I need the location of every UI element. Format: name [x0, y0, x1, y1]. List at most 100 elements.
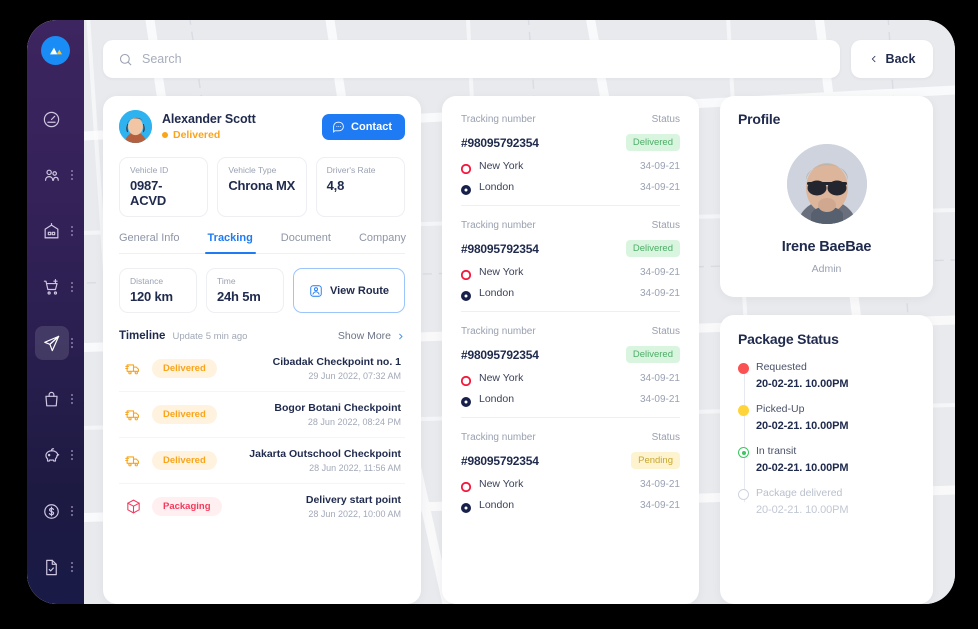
tracking-status-col-label: Status — [651, 326, 680, 337]
vehicle-stat: Vehicle ID 0987-ACVD — [119, 157, 209, 217]
mountain-logo-icon — [49, 47, 62, 54]
origin-pin-icon — [460, 267, 472, 281]
timeline-row[interactable]: Delivered Bogor Botani Checkpoint 28 Jun 2… — [119, 392, 405, 438]
vehicle-stats-row: Vehicle ID 0987-ACVD Vehicle Type Chrona MX… — [119, 157, 405, 217]
route-summary-row: Distance 120 km Time 24h 5m View Route — [119, 268, 405, 313]
tracking-number: #98095792354 — [461, 453, 539, 468]
vehicle-stat-label: Vehicle Type — [228, 165, 277, 175]
tracking-date: 34-09-21 — [639, 266, 680, 278]
contact-button[interactable]: Contact — [322, 113, 405, 140]
view-route-button[interactable]: View Route — [293, 268, 405, 313]
chat-bubble-icon — [333, 121, 344, 133]
tracking-status-badge: Pending — [631, 452, 680, 469]
profile-role: Admin — [811, 263, 842, 275]
tracking-date: 34-09-21 — [639, 181, 680, 193]
package-status-step: Requested 20-02-21. 10.00PM — [738, 361, 915, 390]
overflow-dots-icon[interactable] — [71, 506, 73, 516]
tracking-group[interactable]: Tracking number Status #98095792354 Deliver… — [460, 206, 680, 312]
app-logo[interactable] — [41, 36, 70, 65]
tracking-number: #98095792354 — [461, 347, 539, 362]
vehicle-stat-value: Chrona MX — [228, 178, 296, 193]
sidebar-item-products[interactable] — [27, 371, 84, 427]
destination-pin-icon — [461, 500, 471, 513]
vehicle-stat-label: Vehicle ID — [130, 165, 169, 175]
driver-status-label: Delivered — [173, 129, 221, 141]
tab-general-info[interactable]: General Info — [119, 232, 180, 253]
route-pin-icon — [310, 284, 322, 297]
back-button[interactable]: Back — [851, 40, 933, 78]
overflow-dots-icon[interactable] — [71, 394, 73, 404]
timeline-time: 29 Jun 2022, 07:32 AM — [308, 371, 401, 381]
sidebar-item-dashboard[interactable] — [27, 91, 84, 147]
sidebar-item-documents[interactable] — [27, 539, 84, 595]
sidebar — [27, 20, 84, 604]
driver-meta: Alexander Scott Delivered — [162, 112, 312, 141]
sidebar-item-settings[interactable] — [27, 595, 84, 604]
route-stat: Time 24h 5m — [206, 268, 284, 313]
timeline-row[interactable]: Packaging Delivery start point 28 Jun 2022… — [119, 484, 405, 529]
tracking-group[interactable]: Tracking number Status #98095792354 Deliver… — [460, 100, 680, 206]
timeline-row[interactable]: Delivered Jakarta Outschool Checkpoint 28 … — [119, 438, 405, 484]
destination-pin-icon — [461, 182, 471, 195]
delivery-truck-icon — [125, 406, 142, 423]
tracking-status-col-label: Status — [651, 220, 680, 231]
tracking-date: 34-09-21 — [639, 287, 680, 299]
contact-button-label: Contact — [351, 120, 392, 133]
package-status-card: Package Status Requested 20-02-21. 10.00P… — [720, 315, 933, 604]
tracking-group-main: #98095792354 Delivered — [461, 240, 680, 257]
profile-name: Irene BaeBae — [781, 239, 872, 255]
timeline-place: Delivery start point — [305, 494, 401, 506]
package-status-label: In transit — [756, 445, 797, 457]
tracking-group-header: Tracking number Status — [461, 114, 680, 125]
driver-status-badge: Delivered — [162, 129, 312, 141]
sidebar-item-shipping[interactable] — [27, 315, 84, 371]
tracking-city: London — [479, 181, 515, 193]
route-stat: Distance 120 km — [119, 268, 197, 313]
package-status-step: Picked-Up 20-02-21. 10.00PM — [738, 403, 915, 432]
sidebar-item-warehouse[interactable] — [27, 203, 84, 259]
bag-icon — [35, 382, 69, 416]
sidebar-item-orders[interactable] — [27, 259, 84, 315]
overflow-dots-icon[interactable] — [71, 226, 73, 236]
route-stat-label: Time — [217, 276, 236, 286]
package-status-list: Requested 20-02-21. 10.00PM Picked-Up 20-02… — [738, 361, 915, 516]
origin-pin-icon — [460, 373, 472, 387]
origin-pin-icon — [460, 161, 472, 175]
tracking-leg: New York 34-09-21 — [460, 266, 680, 281]
tab-company[interactable]: Company — [359, 232, 406, 253]
tracking-leg: New York 34-09-21 — [460, 372, 680, 387]
app-window: Back — [27, 20, 955, 604]
sidebar-item-customers[interactable] — [27, 147, 84, 203]
tracking-status-badge: Delivered — [625, 134, 680, 151]
piggy-bank-icon — [35, 438, 69, 472]
driver-row: Alexander Scott Delivered Contact — [119, 110, 405, 143]
tracking-city: London — [479, 393, 515, 405]
timeline-place: Bogor Botani Checkpoint — [274, 402, 401, 414]
tracking-leg: New York 34-09-21 — [460, 478, 680, 493]
sidebar-item-payments[interactable] — [27, 483, 84, 539]
package-box-icon — [125, 498, 142, 515]
overflow-dots-icon[interactable] — [71, 338, 73, 348]
tracking-group[interactable]: Tracking number Status #98095792354 Deliver… — [460, 312, 680, 418]
overflow-dots-icon[interactable] — [71, 562, 73, 572]
search-input[interactable] — [142, 52, 825, 66]
overflow-dots-icon[interactable] — [71, 170, 73, 180]
timeline-header: Timeline Update 5 min ago Show More — [119, 330, 405, 342]
show-more-button[interactable]: Show More — [338, 330, 405, 342]
overflow-dots-icon[interactable] — [71, 282, 73, 292]
tab-document[interactable]: Document — [281, 232, 331, 253]
timeline-status-badge: Packaging — [152, 497, 222, 516]
timeline-time: 28 Jun 2022, 11:56 AM — [309, 463, 401, 473]
tracking-group[interactable]: Tracking number Status #98095792354 Pending… — [460, 418, 680, 523]
tracking-status-col-label: Status — [651, 432, 680, 443]
back-button-label: Back — [885, 52, 916, 66]
driver-avatar — [119, 110, 152, 143]
overflow-dots-icon[interactable] — [71, 450, 73, 460]
timeline-row[interactable]: Delivered Cibadak Checkpoint no. 1 29 Jun … — [119, 346, 405, 392]
tab-tracking[interactable]: Tracking — [204, 232, 257, 254]
search-box[interactable] — [103, 40, 840, 78]
sidebar-item-savings[interactable] — [27, 427, 84, 483]
tracking-group-main: #98095792354 Pending — [461, 452, 680, 469]
timeline-time: 28 Jun 2022, 08:24 PM — [307, 417, 401, 427]
tracking-list-card: Tracking number Status #98095792354 Deliver… — [442, 96, 699, 604]
